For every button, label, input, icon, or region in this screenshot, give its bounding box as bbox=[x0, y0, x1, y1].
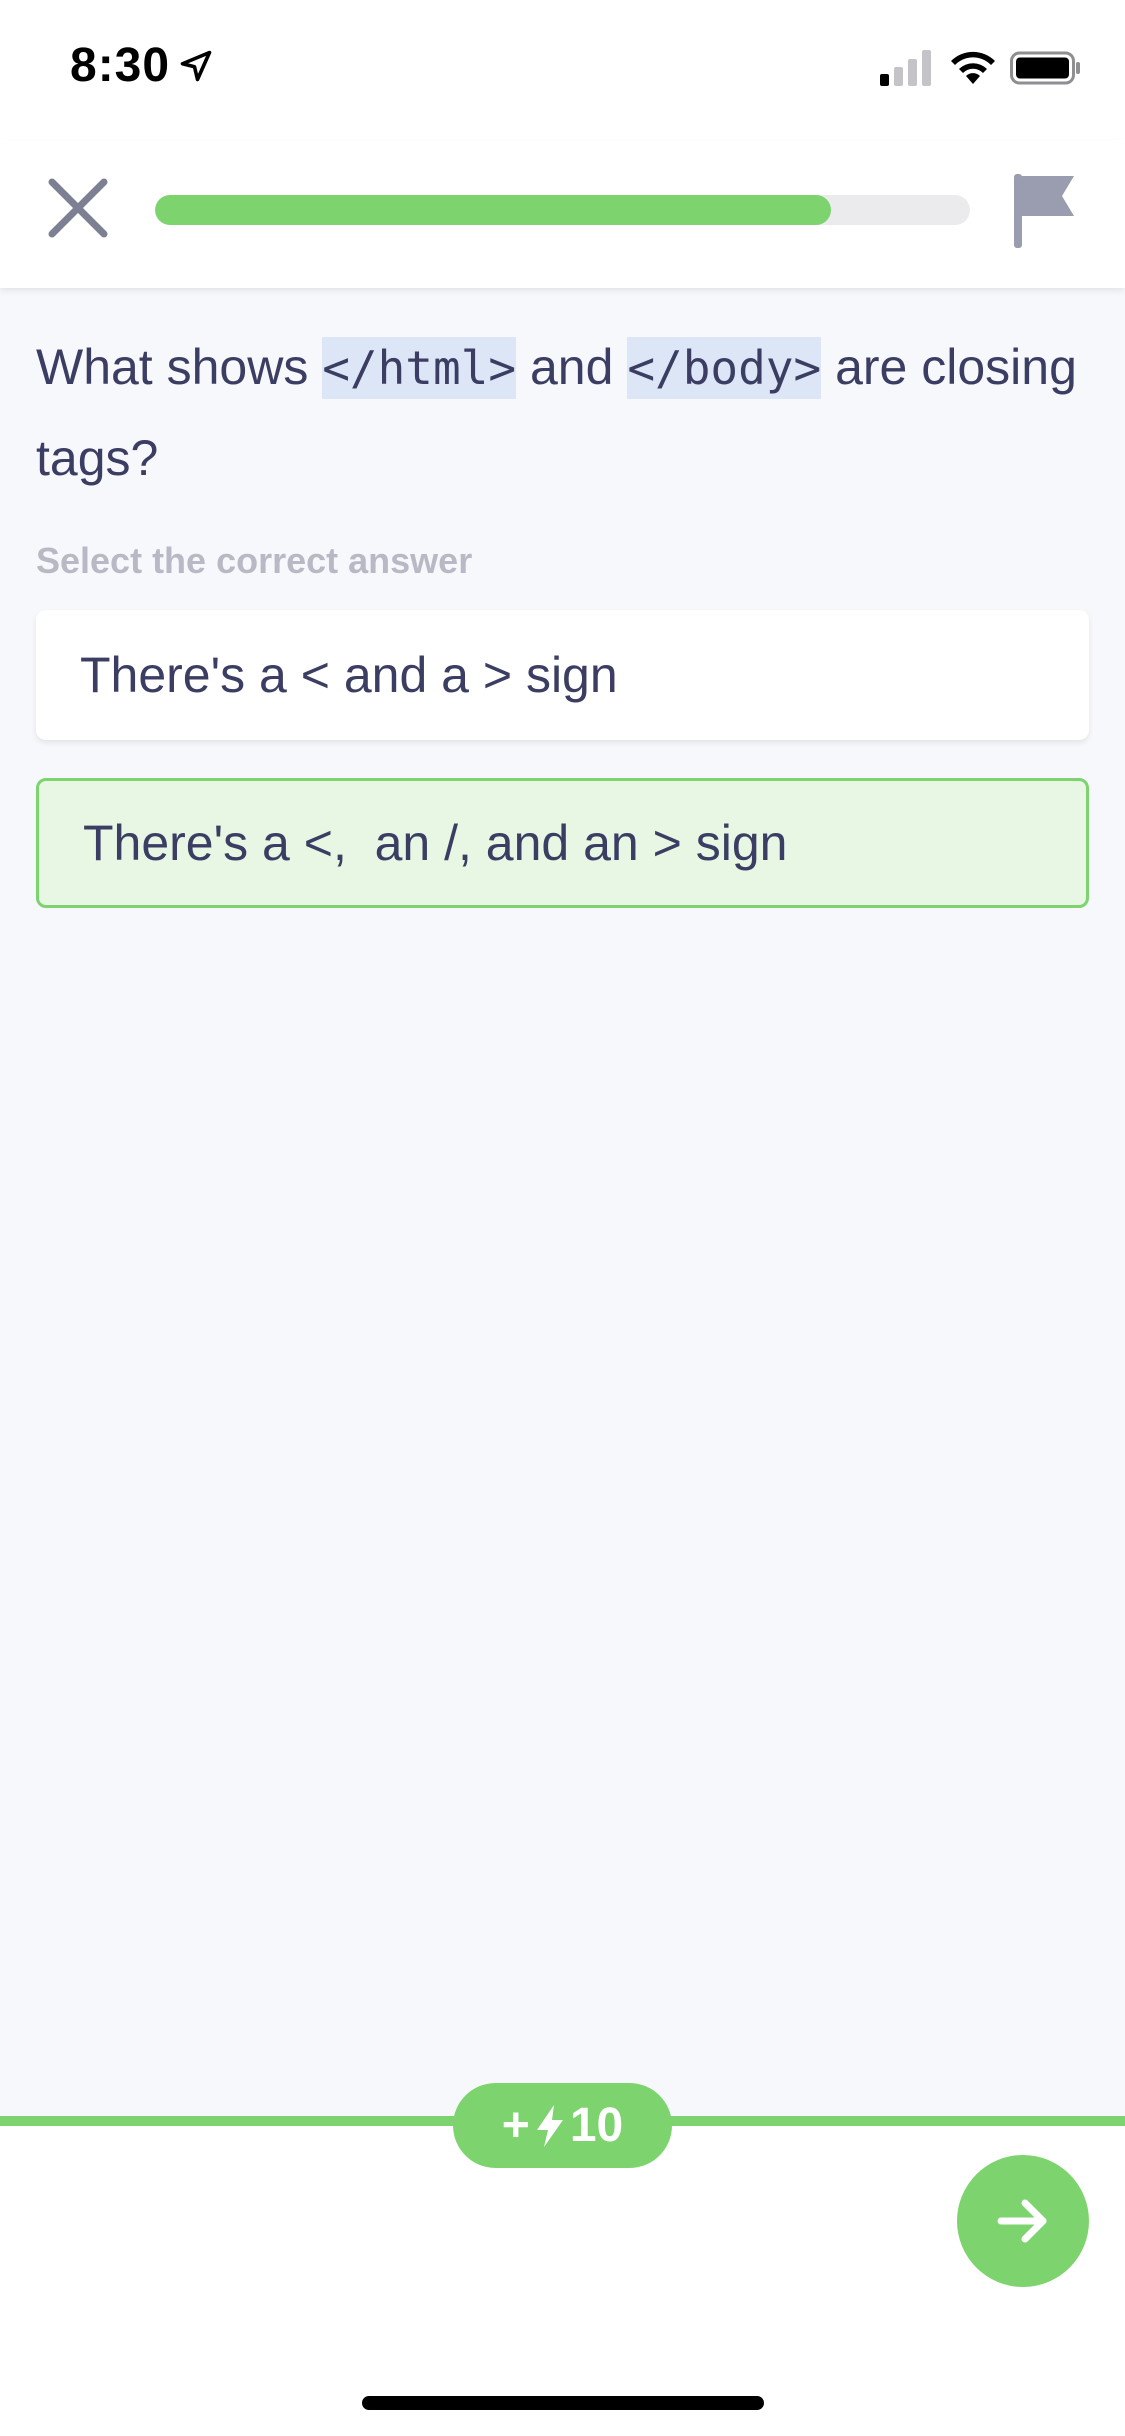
progress-bar bbox=[155, 195, 970, 225]
answer-option-label: There's a < and a > sign bbox=[80, 647, 618, 703]
bolt-icon bbox=[536, 2104, 563, 2147]
status-time: 8:30 bbox=[70, 39, 171, 92]
code-body-closing-tag: </body> bbox=[627, 337, 822, 399]
home-indicator bbox=[362, 2396, 764, 2410]
battery-icon bbox=[1010, 51, 1080, 85]
status-bar: 8:30 bbox=[0, 0, 1125, 140]
wifi-icon bbox=[951, 51, 995, 84]
close-icon bbox=[48, 178, 108, 238]
signal-icon bbox=[880, 50, 931, 86]
bottom-bar bbox=[0, 2122, 1125, 2436]
instruction-label: Select the correct answer bbox=[36, 540, 473, 581]
question-middle: and bbox=[516, 339, 628, 395]
flag-icon bbox=[1014, 174, 1074, 248]
answer-option-1[interactable]: There's a < and a > sign bbox=[36, 610, 1089, 740]
next-button[interactable] bbox=[957, 2155, 1089, 2287]
answer-option-label: There's a <, an /, and an > sign bbox=[83, 815, 788, 871]
code-html-closing-tag: </html> bbox=[322, 337, 517, 399]
reward-amount: 10 bbox=[569, 2099, 624, 2152]
progress-fill bbox=[155, 195, 832, 225]
question-text: What shows </html> and </body> are closi… bbox=[36, 322, 1086, 503]
location-arrow-icon bbox=[180, 50, 212, 82]
close-button[interactable] bbox=[40, 170, 116, 246]
reward-badge: + 10 bbox=[453, 2083, 672, 2168]
arrow-right-icon bbox=[997, 2199, 1047, 2243]
report-flag-button[interactable] bbox=[1010, 170, 1080, 250]
answer-option-2-selected[interactable]: There's a <, an /, and an > sign bbox=[36, 778, 1089, 908]
question-prefix: What shows bbox=[36, 339, 323, 395]
lesson-header bbox=[0, 140, 1125, 288]
reward-plus: + bbox=[501, 2099, 530, 2152]
